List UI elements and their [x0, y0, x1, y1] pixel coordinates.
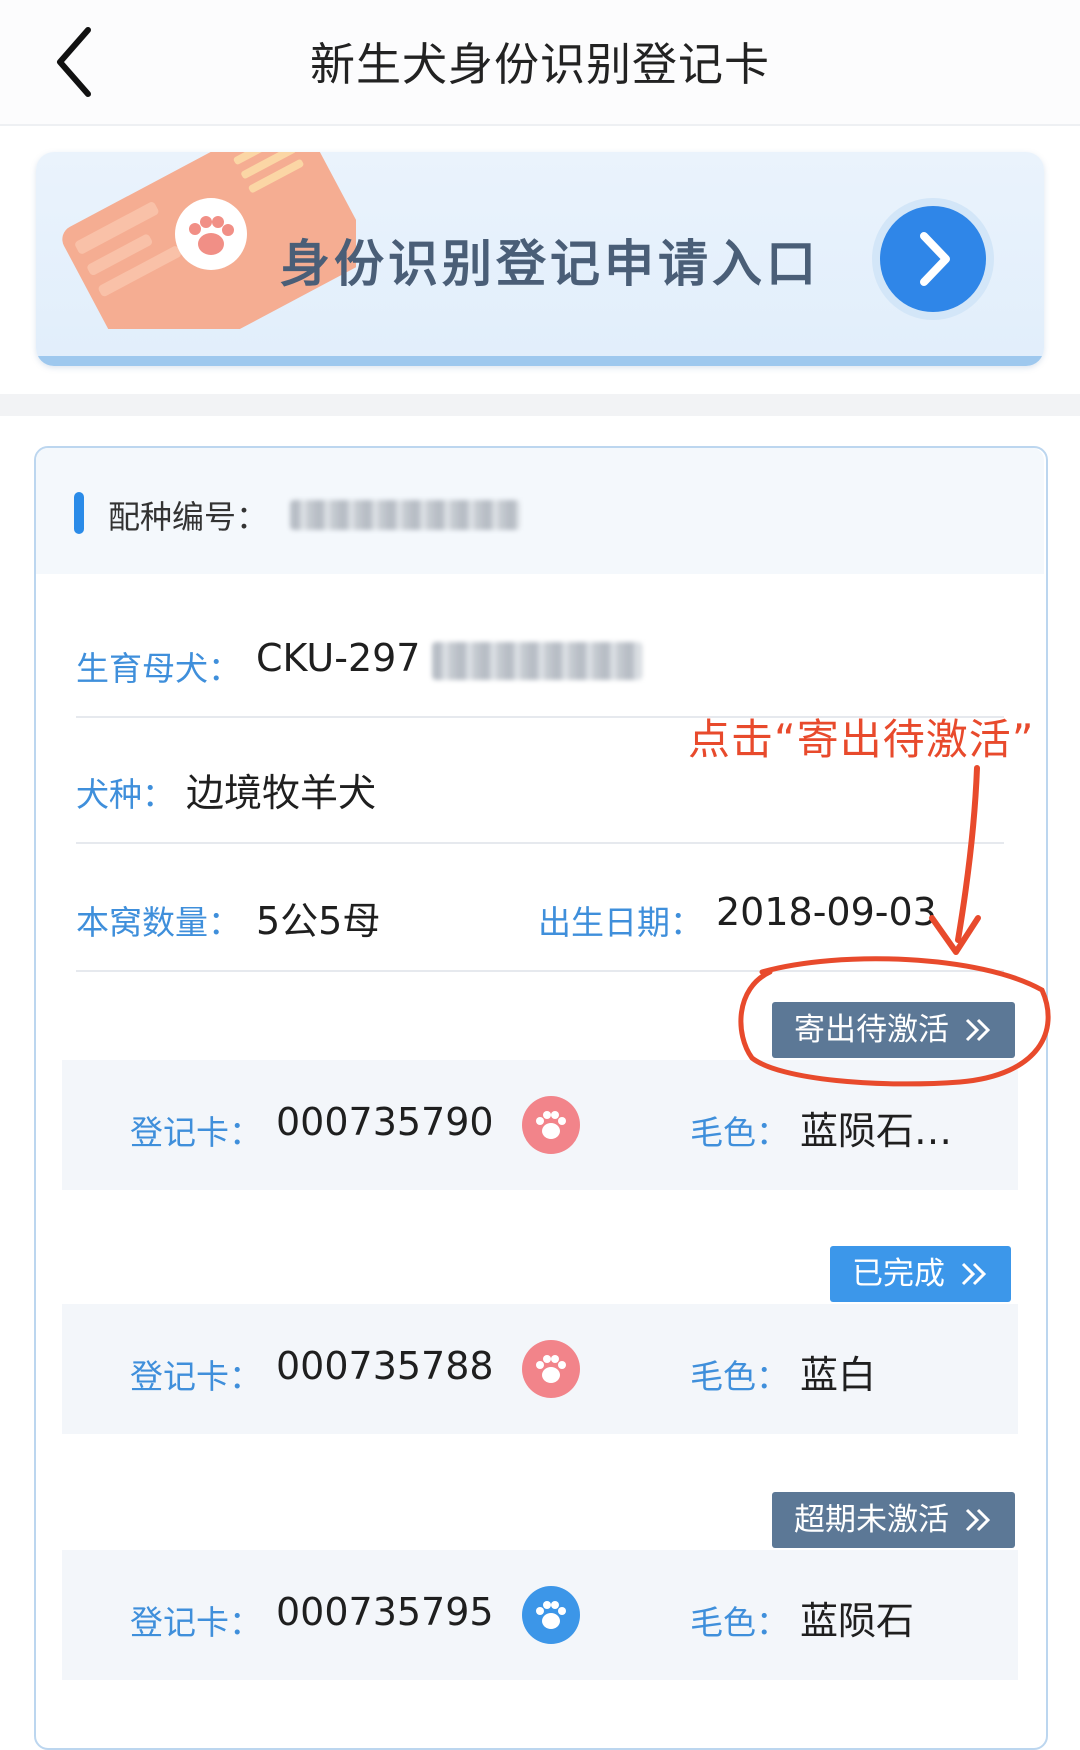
dam-value: CKU-297 [256, 636, 421, 680]
litter-value: 5公5母 [256, 899, 381, 943]
litter-label: 本窝数量： [76, 903, 241, 942]
double-chevron-icon [965, 1508, 991, 1532]
paw-icon [522, 1340, 580, 1398]
divider [76, 970, 1004, 972]
apply-entry-banner[interactable]: 身份识别登记申请入口 [36, 152, 1044, 366]
breed-value: 边境牧羊犬 [186, 771, 377, 815]
breed-number-label: 配种编号： [108, 498, 269, 536]
breed-label: 犬种： [76, 775, 175, 814]
card-number: 000735788 [276, 1344, 494, 1388]
card-number: 000735795 [276, 1590, 494, 1634]
double-chevron-icon [961, 1262, 987, 1286]
color-value: 蓝白 [800, 1353, 877, 1397]
page-title: 新生犬身份识别登记卡 [309, 38, 770, 91]
card-row[interactable]: 登记卡： 000735788 毛色： 蓝白 [62, 1304, 1018, 1434]
color-label: 毛色： [690, 1603, 789, 1642]
status-tag-pending-activation[interactable]: 寄出待激活 [772, 1002, 1015, 1058]
breed-number-redacted [290, 500, 520, 530]
color-label: 毛色： [690, 1357, 789, 1396]
dam-label: 生育母犬： [76, 649, 241, 688]
dam-id-redacted [432, 642, 642, 680]
card-row[interactable]: 登记卡： 000735795 毛色： 蓝陨石 [62, 1550, 1018, 1680]
color-value: 蓝陨石… [800, 1109, 953, 1153]
color-value: 蓝陨石 [800, 1599, 915, 1643]
banner-underline [36, 356, 1044, 366]
status-label: 超期未激活 [794, 1502, 949, 1538]
annotation-text: 点击“寄出待激活” [688, 715, 1035, 764]
divider [76, 842, 1004, 844]
double-chevron-icon [965, 1018, 991, 1042]
color-label: 毛色： [690, 1113, 789, 1152]
card-label: 登记卡： [130, 1113, 262, 1152]
status-label: 寄出待激活 [794, 1012, 949, 1048]
section-gap [0, 394, 1080, 416]
status-tag-expired[interactable]: 超期未激活 [772, 1492, 1015, 1548]
card-label: 登记卡： [130, 1357, 262, 1396]
paw-icon [522, 1096, 580, 1154]
accent-bar [74, 492, 84, 534]
banner-text: 身份识别登记申请入口 [280, 235, 820, 293]
card-label: 登记卡： [130, 1603, 262, 1642]
status-tag-completed[interactable]: 已完成 [830, 1246, 1011, 1302]
paw-icon [522, 1586, 580, 1644]
birth-date-label: 出生日期： [538, 903, 703, 942]
card-row[interactable]: 登记卡： 000735790 毛色： 蓝陨石… [62, 1060, 1018, 1190]
birth-date-value: 2018-09-03 [716, 890, 937, 934]
status-label: 已完成 [852, 1256, 945, 1292]
chevron-right-icon[interactable] [880, 206, 986, 312]
card-number: 000735790 [276, 1100, 494, 1144]
